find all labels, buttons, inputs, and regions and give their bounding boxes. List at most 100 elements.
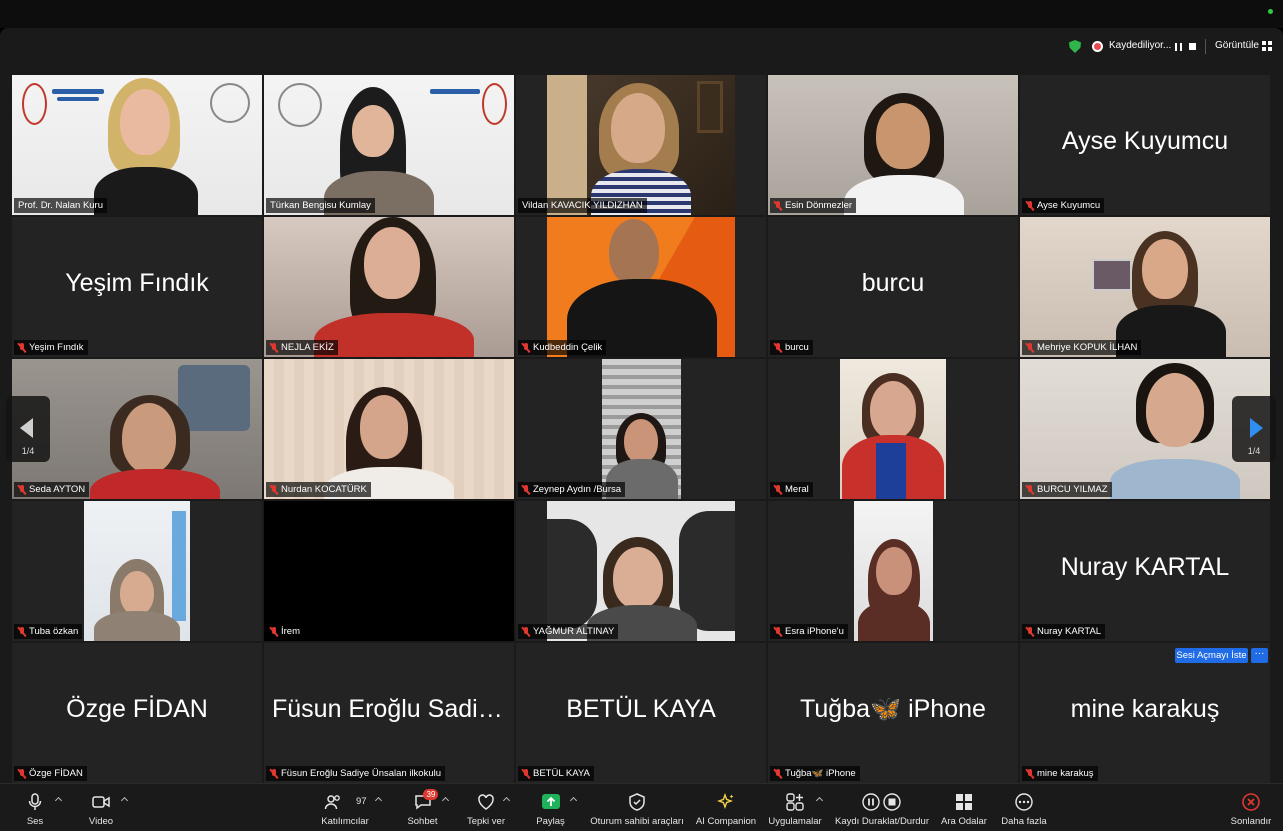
heart-icon: [478, 794, 494, 810]
participant-tile[interactable]: Tuğba🦋 iPhone Tuğba🦋 iPhone: [768, 643, 1018, 783]
sparkle-icon: [717, 793, 734, 810]
view-button[interactable]: Görüntüle: [1215, 40, 1259, 51]
participant-tile[interactable]: Prof. Dr. Nalan Kuru: [12, 75, 262, 215]
participant-tile[interactable]: NEJLA EKİZ: [264, 217, 514, 357]
participant-name-label: Nuray KARTAL: [1022, 624, 1106, 639]
grid-view-icon[interactable]: [1262, 41, 1272, 51]
participant-name-label: BURCU YILMAZ: [1022, 482, 1112, 497]
top-status-strip: Kaydediliyor... Görüntüle: [0, 28, 1283, 66]
shield-icon: [629, 793, 645, 811]
video-button[interactable]: Video: [76, 784, 126, 831]
audio-button[interactable]: Ses: [10, 784, 60, 831]
mic-muted-icon: [774, 484, 782, 495]
seal-icon: [210, 83, 250, 123]
participant-name-label: Füsun Eroğlu Sadiye Ünsalan ilkokulu: [266, 766, 446, 781]
participant-name-label: Esra iPhone'u: [770, 624, 848, 639]
participant-tile[interactable]: Nuray KARTAL Nuray KARTAL: [1020, 501, 1270, 641]
host-tools-label: Oturum sahibi araçları: [590, 816, 684, 827]
participant-tile[interactable]: Özge FİDAN Özge FİDAN: [12, 643, 262, 783]
participant-name-label: burcu: [770, 340, 813, 355]
participant-tile[interactable]: burcu burcu: [768, 217, 1018, 357]
chat-button[interactable]: 39 Sohbet: [400, 784, 445, 831]
participant-video: [264, 75, 514, 215]
record-controls-label: Kaydı Duraklat/Durdur: [835, 816, 929, 827]
previous-page-button[interactable]: 1/4: [6, 396, 50, 462]
react-label: Tepki ver: [466, 816, 505, 827]
microphone-icon: [28, 793, 42, 810]
pause-stop-icon: [862, 793, 901, 811]
seal-icon: [278, 83, 322, 127]
participant-video: [84, 501, 190, 641]
page-indicator: 1/4: [21, 446, 35, 456]
mic-muted-icon: [270, 768, 278, 779]
mic-muted-icon: [522, 768, 530, 779]
more-button[interactable]: Daha fazla: [998, 784, 1050, 831]
pause-recording-icon[interactable]: [1175, 43, 1182, 51]
participant-name-label: Vildan KAVACIK YILDIZHAN: [518, 198, 647, 213]
participant-display-name: Nuray KARTAL: [1060, 553, 1230, 581]
participant-tile[interactable]: Zeynep Aydın /Bursa: [516, 359, 766, 499]
participant-tile[interactable]: Meral: [768, 359, 1018, 499]
end-meeting-label: Sonlandır: [1230, 816, 1272, 827]
participant-tile[interactable]: BETÜL KAYA BETÜL KAYA: [516, 643, 766, 783]
ask-to-unmute-button[interactable]: Sesi Açmayı İste: [1175, 648, 1248, 663]
ai-companion-label: AI Companion: [695, 816, 757, 827]
next-page-button[interactable]: 1/4: [1232, 396, 1276, 462]
mic-muted-icon: [1026, 484, 1034, 495]
logo-icon: [482, 83, 507, 125]
participant-tile[interactable]: Ayse Kuyumcu Ayse Kuyumcu: [1020, 75, 1270, 215]
breakout-rooms-label: Ara Odalar: [941, 816, 987, 827]
participant-tile[interactable]: Vildan KAVACIK YILDIZHAN: [516, 75, 766, 215]
security-shield-icon[interactable]: [1069, 40, 1081, 53]
mic-muted-icon: [774, 768, 782, 779]
participant-name-label: İrem: [266, 624, 304, 639]
participant-tile[interactable]: Mehriye KOPUK İLHAN: [1020, 217, 1270, 357]
meeting-toolbar: Ses Video 97 Katılımcılar 39 Sohbet Tepk…: [0, 783, 1283, 831]
participants-options-caret[interactable]: [374, 796, 383, 805]
close-icon: [1242, 793, 1260, 811]
participant-tile[interactable]: İrem: [264, 501, 514, 641]
video-camera-icon: [92, 796, 110, 808]
participant-name-label: Zeynep Aydın /Bursa: [518, 482, 626, 497]
share-button[interactable]: Paylaş: [528, 784, 573, 831]
mic-muted-icon: [1026, 626, 1034, 637]
participant-tile[interactable]: Tuba özkan: [12, 501, 262, 641]
audio-label: Ses: [26, 816, 44, 827]
mic-muted-icon: [522, 342, 530, 353]
participant-name-label: BETÜL KAYA: [518, 766, 594, 781]
participant-display-name: mine karakuş: [1070, 695, 1220, 723]
record-controls-button[interactable]: Kaydı Duraklat/Durdur: [834, 784, 930, 831]
participant-display-name: Ayse Kuyumcu: [1061, 127, 1229, 155]
mic-muted-icon: [774, 200, 782, 211]
mic-muted-icon: [270, 626, 278, 637]
stop-recording-icon[interactable]: [1189, 43, 1196, 50]
breakout-rooms-button[interactable]: Ara Odalar: [938, 784, 990, 831]
participant-name-label: Tuba özkan: [14, 624, 83, 639]
participant-tile[interactable]: Esin Dönmezler: [768, 75, 1018, 215]
participants-button[interactable]: 97 Katılımcılar: [315, 784, 375, 831]
participant-video: [12, 75, 262, 215]
participant-tile-active-speaker[interactable]: Türkan Bengisu Kumlay: [264, 75, 514, 215]
participant-tile[interactable]: Esra iPhone'u: [768, 501, 1018, 641]
participant-name-label: Kudbeddin Çelik: [518, 340, 607, 355]
ai-companion-button[interactable]: AI Companion: [694, 784, 758, 831]
participant-tile[interactable]: Füsun Eroğlu Sadiy... Füsun Eroğlu Sadiy…: [264, 643, 514, 783]
mic-muted-icon: [18, 626, 26, 637]
participant-tile[interactable]: Kudbeddin Çelik: [516, 217, 766, 357]
chat-unread-badge: 39: [423, 789, 439, 800]
participant-tile[interactable]: Nurdan KOCATÜRK: [264, 359, 514, 499]
react-button[interactable]: Tepki ver: [461, 784, 511, 831]
host-tools-button[interactable]: Oturum sahibi araçları: [585, 784, 689, 831]
logo-icon: [22, 83, 47, 125]
end-meeting-button[interactable]: Sonlandır: [1226, 784, 1276, 831]
tile-more-options-button[interactable]: ···: [1251, 648, 1268, 663]
participant-tile[interactable]: Yeşim Fındık Yeşim Fındık: [12, 217, 262, 357]
divider: [1205, 39, 1206, 54]
participant-tile[interactable]: mine karakuş mine karakuş: [1020, 643, 1270, 783]
chevron-left-icon: [20, 418, 33, 438]
participant-name-label: NEJLA EKİZ: [266, 340, 338, 355]
participants-count: 97: [356, 796, 367, 807]
participant-tile[interactable]: YAĞMUR ALTINAY: [516, 501, 766, 641]
apps-button[interactable]: Uygulamalar: [766, 784, 824, 831]
participant-display-name: Özge FİDAN: [66, 695, 208, 723]
